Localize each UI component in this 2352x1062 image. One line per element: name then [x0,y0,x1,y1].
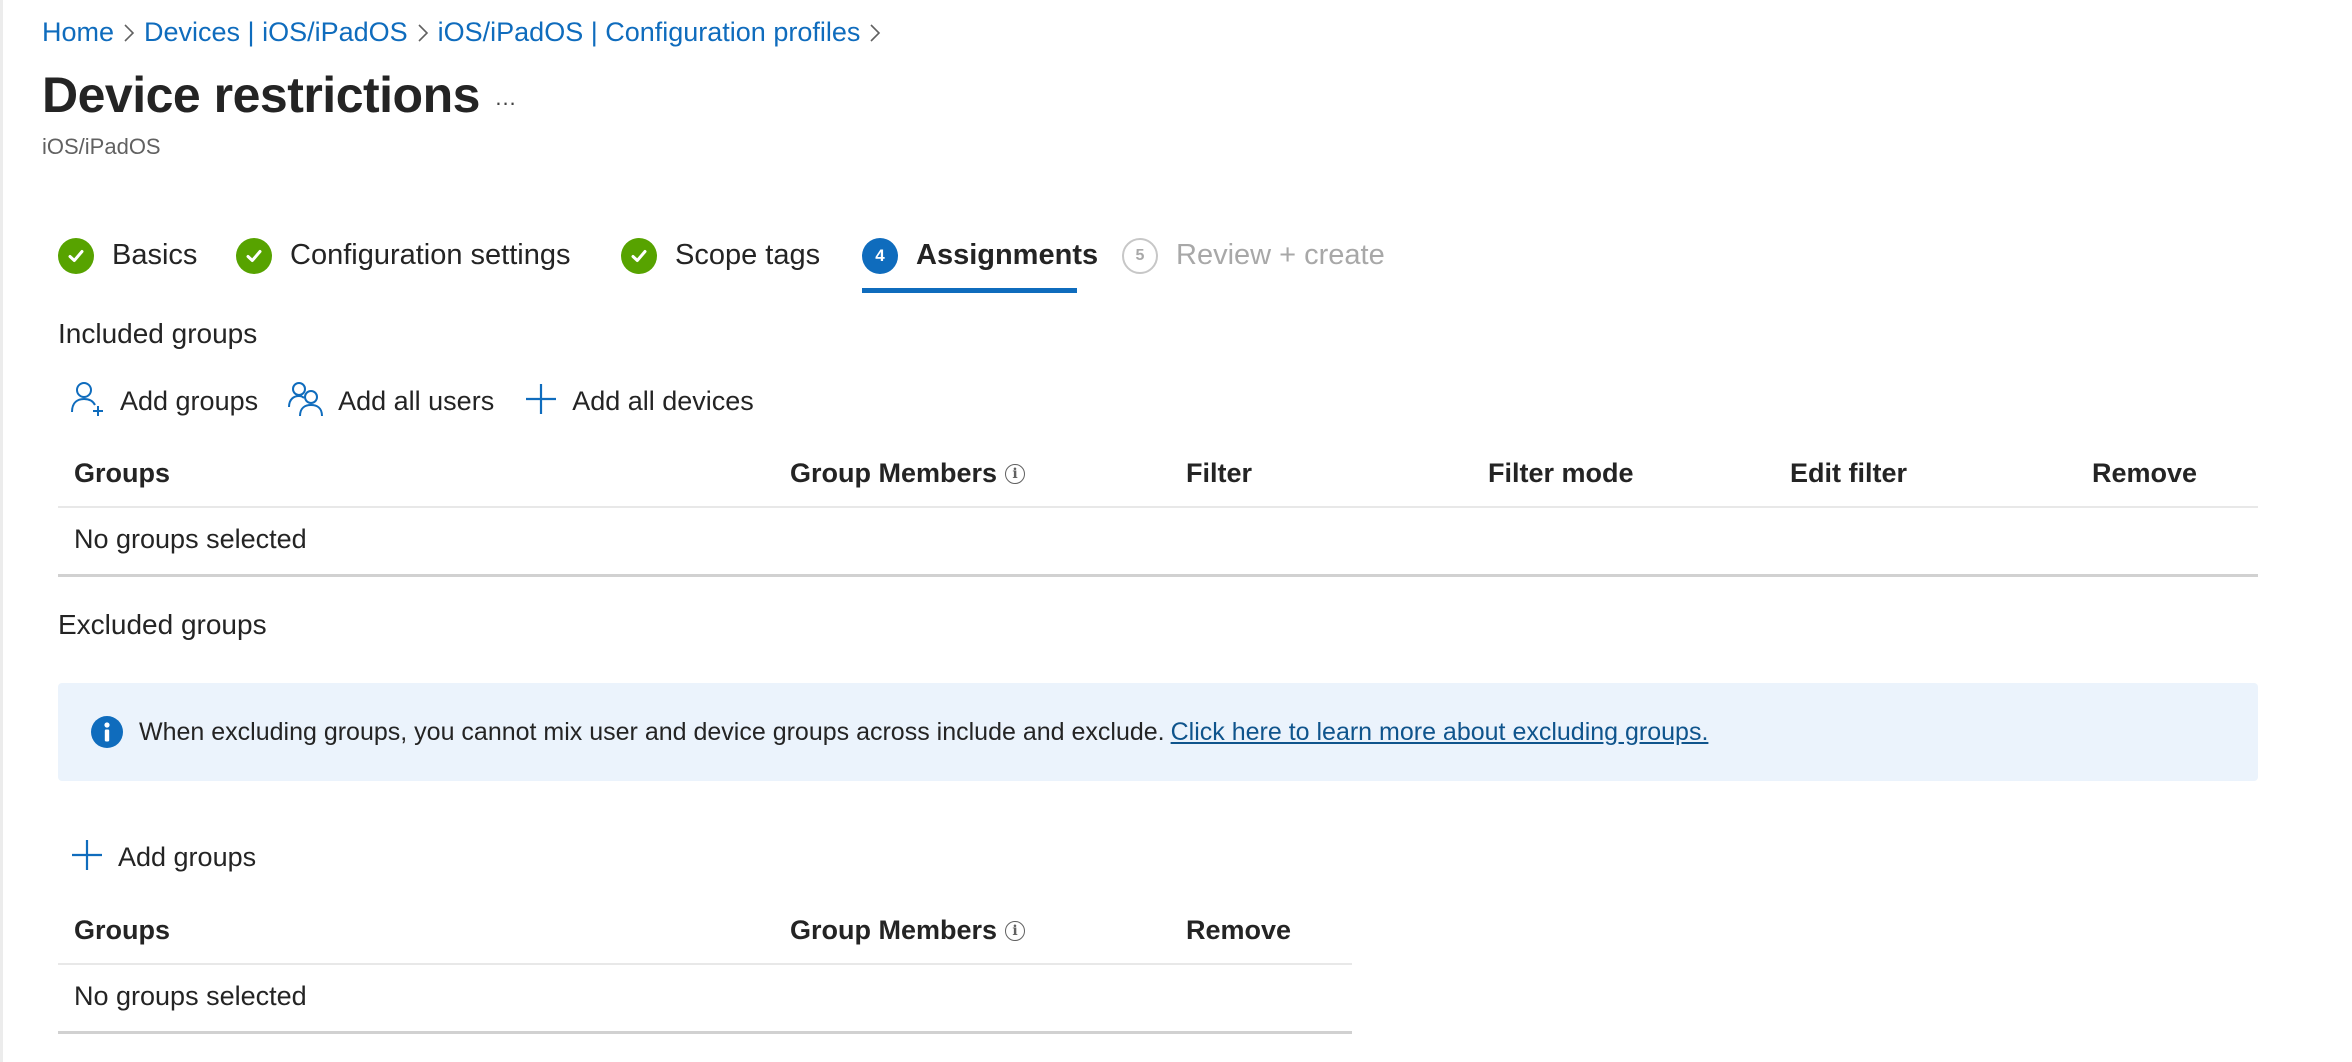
step-label: Configuration settings [290,239,571,271]
more-actions-button[interactable]: ... [486,80,526,116]
column-label: Groups [74,915,171,945]
info-icon[interactable]: i [1005,463,1026,484]
ellipsis-icon: ... [495,85,517,110]
step-number-icon: 4 [862,238,898,274]
breadcrumb-devices-ios[interactable]: Devices | iOS/iPadOS [144,17,408,48]
info-banner: When excluding groups, you cannot mix us… [58,683,2258,781]
column-header-group-members[interactable]: Group Members i [790,458,1026,489]
table-bottom-divider [58,574,2258,577]
table-bottom-divider [58,1031,1352,1034]
step-label: Review + create [1176,239,1385,271]
step-assignments[interactable]: 4 Assignments [862,232,1098,296]
breadcrumb-home[interactable]: Home [42,17,114,48]
info-icon [91,716,123,748]
checkmark-icon [621,238,657,274]
step-review-create[interactable]: 5 Review + create [1122,232,1385,296]
column-label: Filter mode [1488,458,1634,488]
blade-left-border [0,0,3,1062]
page-title: Device restrictions [42,67,480,123]
empty-state-text: No groups selected [74,524,307,554]
step-label: Assignments [916,239,1099,271]
excluded-groups-heading: Excluded groups [58,609,267,640]
add-groups-label: Add groups [118,841,257,872]
column-label: Filter [1186,458,1253,488]
column-label: Groups [74,458,171,488]
plus-icon [70,838,104,877]
add-excluded-groups-button[interactable]: Add groups [70,838,256,877]
add-person-icon [70,380,106,423]
column-header-remove[interactable]: Remove [1186,915,1291,946]
step-scope-tags[interactable]: Scope tags [621,232,820,296]
empty-state-text: No groups selected [74,981,307,1011]
column-header-remove[interactable]: Remove [2092,458,2197,489]
included-groups-heading: Included groups [58,318,258,349]
learn-more-excluding-groups-link[interactable]: Click here to learn more about excluding… [1171,718,1709,747]
step-label: Basics [112,239,198,271]
table-row: No groups selected [58,508,2258,574]
column-label: Edit filter [1790,458,1908,488]
step-basics[interactable]: Basics [58,232,197,296]
chevron-right-icon [860,17,890,48]
info-banner-text: When excluding groups, you cannot mix us… [139,717,1165,746]
table-row: No groups selected [58,965,1352,1031]
checkmark-icon [58,238,94,274]
people-icon [288,380,324,423]
excluded-groups-toolbar: Add groups [70,836,286,878]
checkmark-icon [236,238,272,274]
info-icon[interactable]: i [1005,920,1026,941]
column-header-filter-mode[interactable]: Filter mode [1488,458,1634,489]
table-header: Groups Group Members i Remove [58,903,1352,963]
chevron-right-icon [408,17,438,48]
add-all-devices-label: Add all devices [572,385,754,416]
column-label: Group Members [790,915,998,945]
page-subtitle: iOS/iPadOS [42,134,161,159]
column-label: Remove [1186,915,1292,945]
add-all-devices-button[interactable]: Add all devices [524,382,754,421]
included-groups-toolbar: Add groups Add all users Add all devices [70,380,784,422]
column-header-groups[interactable]: Groups [74,458,170,489]
column-header-edit-filter[interactable]: Edit filter [1790,458,1907,489]
active-step-indicator [862,288,1077,293]
add-all-users-button[interactable]: Add all users [288,380,494,423]
column-label: Remove [2092,458,2198,488]
add-all-users-label: Add all users [338,385,495,416]
add-groups-label: Add groups [120,385,259,416]
column-header-groups[interactable]: Groups [74,915,170,946]
chevron-right-icon [114,17,144,48]
column-header-filter[interactable]: Filter [1186,458,1252,489]
table-header: Groups Group Members i Filter Filter mode… [58,446,2258,506]
step-number-icon: 5 [1122,238,1158,274]
step-label: Scope tags [675,239,821,271]
plus-icon [524,382,558,421]
breadcrumb: Home Devices | iOS/iPadOS iOS/iPadOS | C… [42,14,890,50]
column-header-group-members[interactable]: Group Members i [790,915,1026,946]
breadcrumb-configuration-profiles[interactable]: iOS/iPadOS | Configuration profiles [438,17,861,48]
step-configuration-settings[interactable]: Configuration settings [236,232,571,296]
add-groups-button[interactable]: Add groups [70,380,258,423]
column-label: Group Members [790,458,998,488]
